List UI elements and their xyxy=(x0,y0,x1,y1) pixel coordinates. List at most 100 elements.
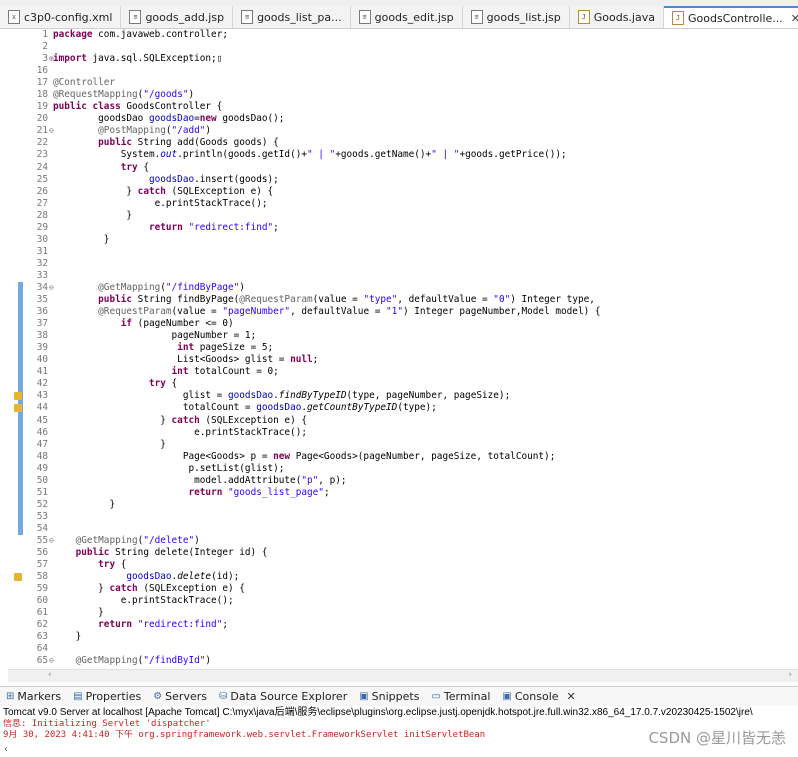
line-number: 19 xyxy=(36,101,48,113)
line-number: 41 xyxy=(36,366,48,378)
line-number: 55 xyxy=(36,534,48,546)
horizontal-scrollbar[interactable]: ‹ › xyxy=(8,669,798,682)
line-number: 31 xyxy=(36,245,48,257)
line-number: 36 xyxy=(36,306,48,318)
code-text: public class GoodsController { xyxy=(53,101,223,113)
code-text: } xyxy=(53,233,110,245)
code-text: e.printStackTrace(); xyxy=(53,426,307,438)
code-text: @Controller xyxy=(53,77,116,89)
code-text: int pageSize = 5; xyxy=(177,342,274,354)
code-text: @RequestParam(value = "pageNumber", defa… xyxy=(98,306,601,318)
editor-tab-bar: x c3p0-config.xml ≡ goods_add.jsp ≡ goods_l… xyxy=(0,6,798,29)
line-number: 37 xyxy=(36,318,48,330)
tab-label: Servers xyxy=(165,690,207,703)
line-number: 35 xyxy=(36,294,48,306)
line-number: 38 xyxy=(36,330,48,342)
code-text: totalCount = goodsDao.getCountByTypeID(t… xyxy=(53,402,437,414)
line-number: 45 xyxy=(36,414,48,426)
tab-label: Console xyxy=(514,690,559,703)
java-file-icon: J xyxy=(577,10,590,24)
line-number: 20 xyxy=(36,113,48,125)
scroll-left-icon[interactable]: ‹ xyxy=(48,670,52,680)
line-number: 52 xyxy=(36,498,48,510)
code-text: @RequestMapping("/goods") xyxy=(53,89,195,101)
code-text: System.out.println(goods.getId()+" | "+g… xyxy=(53,149,567,161)
code-text: try { xyxy=(120,161,149,173)
line-number: 17 xyxy=(36,77,48,89)
code-text: public String add(Goods goods) { xyxy=(98,137,279,149)
line-number: 50 xyxy=(36,474,48,486)
database-icon: ⛁ xyxy=(218,691,228,702)
tab-goods-list-page[interactable]: ≡ goods_list_pa... xyxy=(233,6,351,28)
tab-properties[interactable]: ▤ Properties xyxy=(67,690,147,703)
line-number: 61 xyxy=(36,607,48,619)
scroll-right-icon[interactable]: › xyxy=(788,670,792,680)
line-number: 34 xyxy=(36,281,48,293)
xml-file-icon: x xyxy=(8,10,20,24)
code-text: Page<Goods> p = new Page<Goods>(pageNumb… xyxy=(53,450,556,462)
code-text: List<Goods> glist = null; xyxy=(53,354,319,366)
warning-icon[interactable] xyxy=(14,404,22,413)
code-text: goodsDao.insert(goods); xyxy=(148,173,279,185)
line-number: 29 xyxy=(36,221,48,233)
tab-goods-add[interactable]: ≡ goods_add.jsp xyxy=(121,6,234,28)
markers-icon: ⊞ xyxy=(6,691,15,702)
tab-markers[interactable]: ⊞ Markers xyxy=(0,690,67,703)
java-file-icon: J xyxy=(671,11,684,25)
tab-data-source-explorer[interactable]: ⛁ Data Source Explorer xyxy=(213,690,353,703)
tab-terminal[interactable]: ▭ Terminal xyxy=(425,690,496,703)
properties-icon: ▤ xyxy=(73,691,83,702)
tab-label: goods_edit.jsp xyxy=(374,10,454,24)
tab-label: goods_list.jsp xyxy=(486,10,561,24)
code-text: public String findByPage(@RequestParam(v… xyxy=(98,294,595,306)
tab-c3p0-config[interactable]: x c3p0-config.xml xyxy=(0,6,122,28)
code-text: @GetMapping("/delete") xyxy=(75,534,200,546)
warning-icon[interactable] xyxy=(14,392,22,401)
line-number: 3 xyxy=(42,53,48,65)
code-text: public String delete(Integer id) { xyxy=(75,547,268,559)
terminal-icon: ▭ xyxy=(431,691,441,702)
code-text: return "goods_list_page"; xyxy=(188,486,330,498)
jsp-file-icon: ≡ xyxy=(129,10,142,24)
console-header: Tomcat v9.0 Server at localhost [Apache … xyxy=(3,707,753,718)
close-icon[interactable]: ✕ xyxy=(567,690,576,703)
code-text: import java.sql.SQLException;▯ xyxy=(53,53,223,65)
line-number: 39 xyxy=(36,342,48,354)
line-number: 64 xyxy=(36,643,48,655)
console-icon: ▣ xyxy=(502,691,512,702)
code-text: } catch (SQLException e) { xyxy=(53,185,274,197)
tab-servers[interactable]: ⚙ Servers xyxy=(147,690,213,703)
scroll-left-icon[interactable]: ‹ xyxy=(4,744,8,755)
tab-snippets[interactable]: ▣ Snippets xyxy=(353,690,425,703)
code-editor[interactable]: 1 package com.javaweb.controller; 2 3 ⊕ impor… xyxy=(8,29,798,669)
code-text: } xyxy=(53,631,82,643)
tab-label: Markers xyxy=(17,690,62,703)
line-number: 23 xyxy=(36,149,48,161)
warning-icon[interactable] xyxy=(14,573,22,582)
jsp-file-icon: ≡ xyxy=(358,10,371,24)
code-text: int totalCount = 0; xyxy=(171,366,279,378)
code-text: } xyxy=(53,607,104,619)
close-icon[interactable]: ✕ xyxy=(791,12,798,25)
code-text: return "redirect:find"; xyxy=(148,221,279,233)
watermark: CSDN @星川皆无恙 xyxy=(648,729,786,747)
line-number: 63 xyxy=(36,631,48,643)
code-text: e.printStackTrace(); xyxy=(53,197,268,209)
tab-label: Goods.java xyxy=(593,10,655,24)
line-number: 56 xyxy=(36,547,48,559)
tab-label: Data Source Explorer xyxy=(230,690,348,703)
line-number: 65 xyxy=(36,655,48,667)
tab-console[interactable]: ▣ Console ✕ xyxy=(496,690,581,703)
line-number: 22 xyxy=(36,137,48,149)
line-number: 51 xyxy=(36,486,48,498)
code-text: } xyxy=(53,498,116,510)
tab-goods-java[interactable]: J Goods.java xyxy=(570,6,664,28)
line-number: 25 xyxy=(36,173,48,185)
tab-goods-list[interactable]: ≡ goods_list.jsp xyxy=(463,6,570,28)
line-number: 59 xyxy=(36,583,48,595)
line-number: 32 xyxy=(36,257,48,269)
tab-goods-edit[interactable]: ≡ goods_edit.jsp xyxy=(351,6,463,28)
tab-goods-controller[interactable]: J GoodsControlle... ✕ xyxy=(663,6,798,28)
line-number: 54 xyxy=(36,522,48,534)
code-text: glist = goodsDao.findByTypeID(type, page… xyxy=(53,390,511,402)
